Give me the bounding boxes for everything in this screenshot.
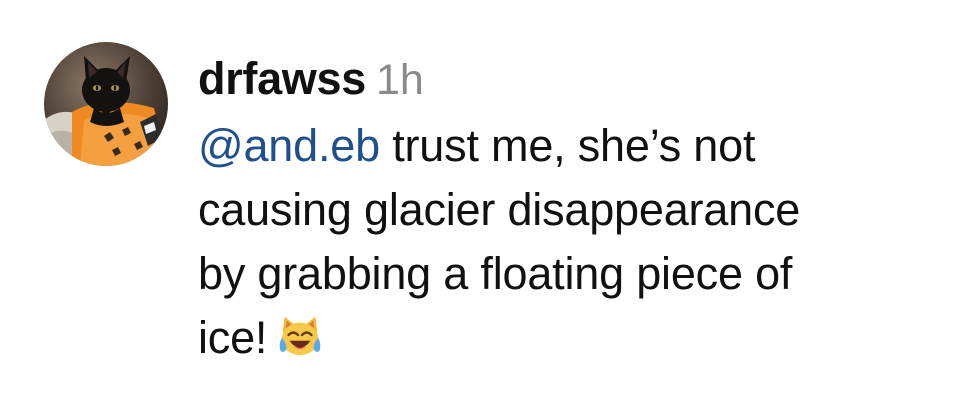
comment-header: drfawss 1h [198,48,958,110]
comment-line-4: ice! [198,306,958,370]
comment-line-1-text: trust me, she’s not [379,120,756,171]
avatar[interactable] [44,42,168,166]
comment: drfawss 1h @and.eb trust me, she’s not ca… [0,0,980,417]
comment-body: drfawss 1h @and.eb trust me, she’s not ca… [198,48,958,370]
comment-line-2: causing glacier disappearance [198,184,801,235]
username-link[interactable]: drfawss [198,53,366,104]
comment-line-3: by grabbing a floating piece of [198,248,793,299]
comment-line-4-text: ice! [198,312,268,363]
timestamp[interactable]: 1h [376,56,424,104]
comment-text: @and.eb trust me, she’s not causing glac… [198,114,958,370]
cat-face-tears-of-joy-icon [279,316,321,356]
black-cat-avatar-icon [44,42,168,166]
mention-link[interactable]: @and.eb [198,120,380,171]
comment-line-1: @and.eb trust me, she’s not [198,114,958,178]
